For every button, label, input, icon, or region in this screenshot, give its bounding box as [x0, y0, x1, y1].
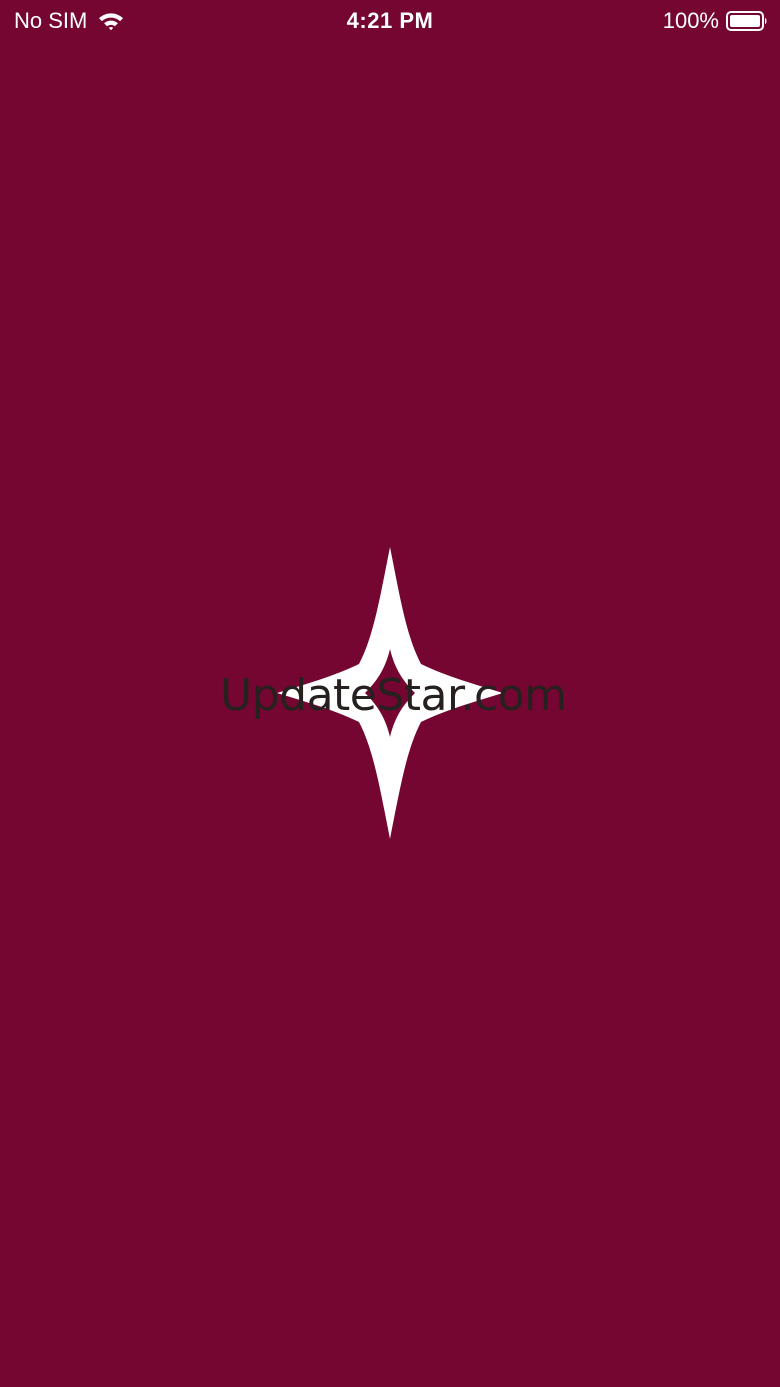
status-bar: No SIM 4:21 PM 100%: [0, 0, 780, 42]
battery-full-icon: [726, 11, 767, 31]
splash-center: UpdateStar.com: [220, 545, 567, 845]
status-right: 100%: [663, 0, 768, 42]
splash-screen: No SIM 4:21 PM 100% UpdateStar.com: [0, 0, 780, 1387]
battery-percent: 100%: [662, 8, 719, 33]
brand-name: UpdateStar.com: [220, 670, 567, 721]
